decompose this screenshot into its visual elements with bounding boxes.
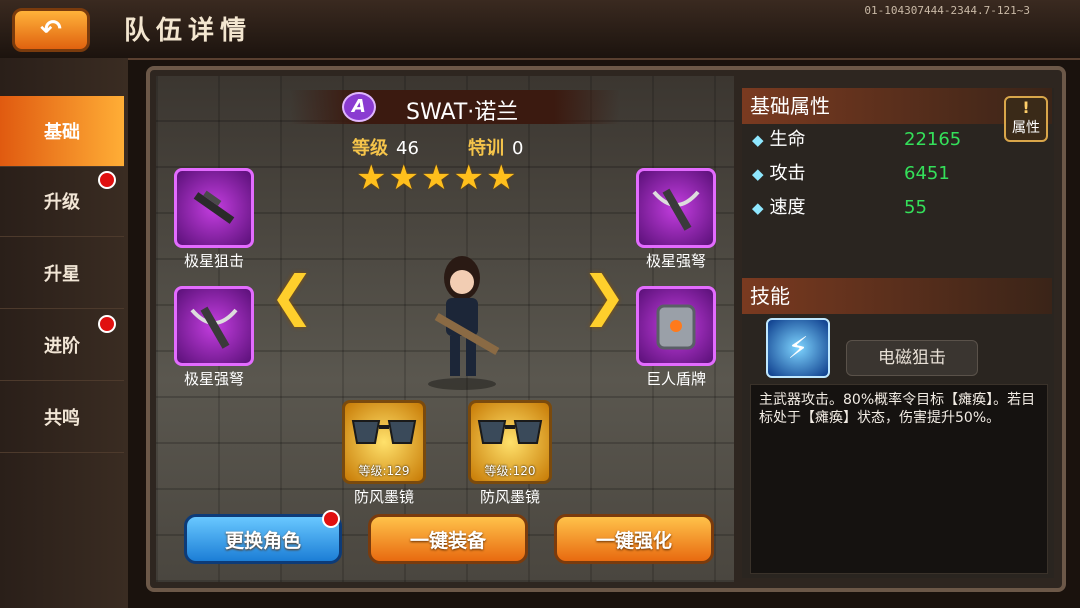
version-text: 01-104307444-2344.7-121~3	[864, 4, 1030, 17]
notification-dot	[322, 510, 340, 528]
sniper-rifle-icon	[193, 190, 235, 224]
star-icon: ★	[388, 158, 419, 198]
attr-value: 55	[904, 197, 927, 218]
lightning-icon[interactable]: ⚡	[766, 318, 830, 378]
diamond-icon: ◆	[752, 165, 764, 183]
training-value: 0	[512, 138, 524, 159]
attr-value: 6451	[904, 163, 950, 184]
back-arrow-icon: ↶	[40, 15, 62, 45]
diamond-icon: ◆	[752, 131, 764, 149]
sidebar-item-label: 进阶	[44, 336, 80, 357]
level-label: 等级	[352, 138, 388, 159]
back-button[interactable]: ↶	[12, 8, 90, 52]
sidebar-item-label: 升级	[44, 192, 80, 213]
sidebar-item-basic[interactable]: 基础	[0, 96, 124, 167]
hero-training: 特训 0	[468, 134, 523, 160]
accessory-level: 等级:129	[358, 464, 410, 478]
equip-slot-left-top[interactable]	[174, 168, 254, 248]
equip-slot-right-top[interactable]	[636, 168, 716, 248]
sidebar-item-resonance[interactable]: 共鸣	[0, 382, 124, 453]
sidebar-item-label: 基础	[44, 122, 80, 143]
hero-name: SWAT·诺兰	[406, 100, 519, 125]
page-title: 队伍详情	[124, 16, 253, 46]
star-rating: ★ ★ ★ ★ ★	[356, 160, 546, 198]
crossbow-icon	[652, 188, 700, 231]
equip-label: 极星强弩	[645, 252, 706, 270]
notification-dot	[98, 315, 116, 333]
one-click-equip-label: 一键装备	[409, 529, 486, 552]
info-icon: !	[1022, 98, 1030, 117]
diamond-icon: ◆	[752, 199, 764, 217]
accessory-name: 防风墨镜	[353, 488, 414, 506]
change-character-label: 更换角色	[224, 529, 301, 552]
skill-heading: 技能	[742, 278, 1052, 314]
accessory-name: 防风墨镜	[479, 488, 540, 506]
attr-name: 速度	[769, 197, 806, 218]
star-icon: ★	[420, 158, 452, 198]
star-icon: ★	[453, 158, 484, 198]
equip-label: 巨人盾牌	[645, 370, 706, 388]
star-icon: ★	[485, 158, 517, 198]
notification-dot	[98, 171, 116, 189]
accessory-slot-2[interactable]: 等级:120	[468, 400, 552, 484]
accessory-slot-1[interactable]: 等级:129	[342, 400, 426, 484]
hero-character-icon	[428, 256, 500, 390]
attr-value: 22165	[904, 129, 962, 150]
attr-row-hp: ◆ 生命 22165	[752, 126, 1042, 154]
level-value: 46	[396, 138, 419, 159]
equip-slot-left-bottom[interactable]	[174, 286, 254, 366]
one-click-enhance-button[interactable]: 一键强化	[554, 514, 714, 564]
equip-label: 极星强弩	[183, 370, 244, 388]
sidebar-item-label: 共鸣	[44, 408, 80, 429]
hero-level: 等级 46	[352, 134, 419, 160]
crossbow-icon	[190, 306, 238, 349]
previous-hero-arrow-icon[interactable]: ❮	[262, 262, 322, 328]
rank-badge: A	[342, 92, 376, 122]
star-icon: ★	[356, 158, 387, 198]
training-label: 特训	[468, 138, 504, 159]
attr-row-attack: ◆ 攻击 6451	[752, 160, 1042, 188]
next-hero-arrow-icon[interactable]: ❯	[574, 262, 634, 328]
attr-name: 生命	[769, 129, 806, 150]
skill-description: 主武器攻击。80%概率令目标【瘫痪】。若目标处于【瘫痪】状态，伤害提升50%。	[750, 384, 1048, 574]
one-click-equip-button[interactable]: 一键装备	[368, 514, 528, 564]
accessory-level: 等级:120	[484, 464, 536, 478]
sunglasses-icon	[477, 420, 543, 444]
one-click-enhance-label: 一键强化	[595, 529, 672, 552]
skill-name: 电磁狙击	[846, 340, 978, 376]
attr-name: 攻击	[769, 163, 806, 184]
sidebar-item-star-up[interactable]: 升星	[0, 238, 124, 309]
attr-row-speed: ◆ 速度 55	[752, 194, 1042, 222]
shield-icon	[656, 304, 696, 350]
sunglasses-icon	[351, 420, 417, 444]
change-character-button[interactable]: 更换角色	[184, 514, 342, 564]
equip-label: 极星狙击	[183, 252, 244, 270]
sidebar-item-label: 升星	[44, 264, 80, 285]
equip-slot-right-bottom[interactable]	[636, 286, 716, 366]
